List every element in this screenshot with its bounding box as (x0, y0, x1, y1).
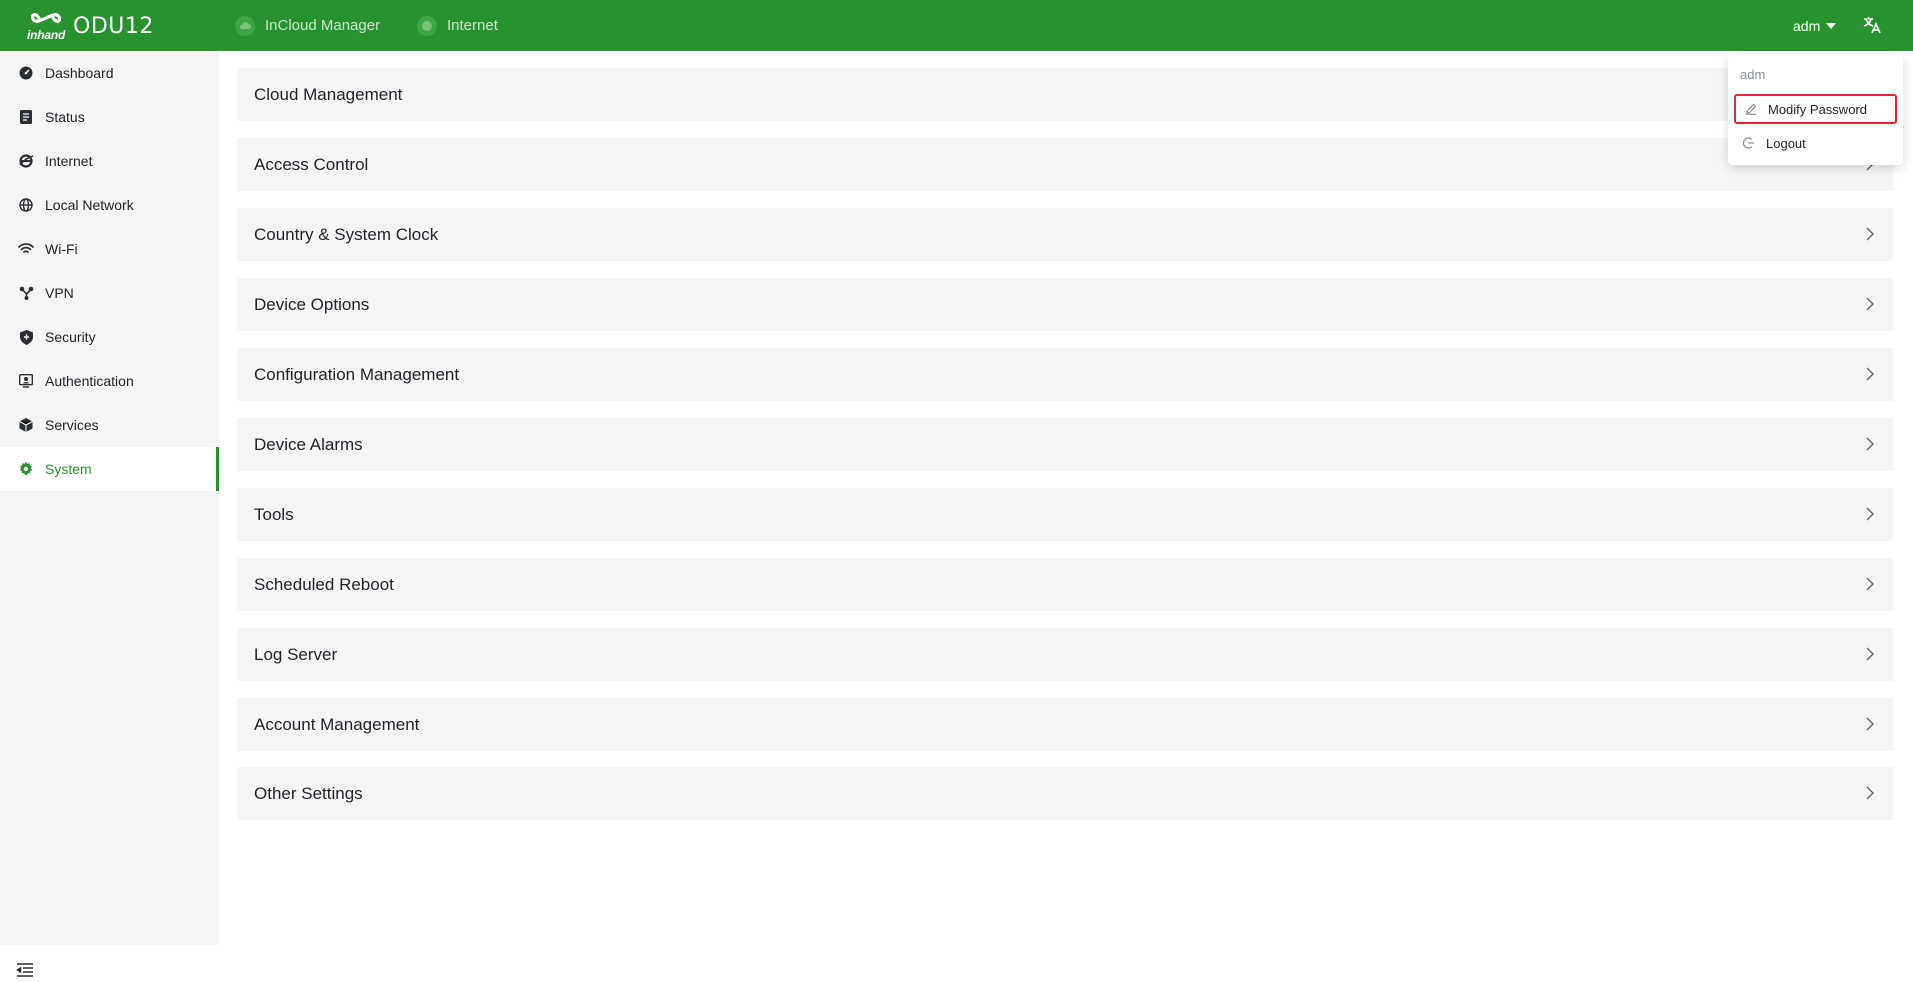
sidebar-item-system[interactable]: System (0, 447, 219, 491)
inhand-logo: inhand (27, 9, 67, 43)
user-dropdown-menu: adm Modify Password Logout (1728, 55, 1903, 165)
panel-tools[interactable]: Tools (237, 488, 1893, 541)
gear-icon (18, 461, 34, 477)
sidebar-item-label: Local Network (45, 197, 134, 213)
cloud-icon (235, 15, 255, 36)
modify-password-label: Modify Password (1768, 101, 1867, 117)
sidebar-item-label: Security (45, 329, 96, 345)
dropdown-username: adm (1740, 67, 1766, 82)
panel-device-options[interactable]: Device Options (237, 278, 1893, 331)
globe-icon (18, 197, 34, 213)
sidebar-item-label: Wi-Fi (45, 241, 78, 257)
translate-icon[interactable] (1862, 15, 1882, 35)
top-header: inhand ODU12 InCloud Manager Internet ad… (0, 0, 1913, 51)
sidebar: Dashboard Status Internet Local Network … (0, 51, 219, 977)
shield-icon (18, 329, 34, 345)
caret-down-icon (1826, 22, 1837, 29)
panel-configuration-management[interactable]: Configuration Management (237, 348, 1893, 401)
panel-title: Tools (254, 504, 294, 524)
chevron-right-icon (1866, 717, 1874, 731)
panel-access-control[interactable]: Access Control (237, 138, 1893, 191)
sidebar-item-label: System (45, 461, 92, 477)
panel-title: Access Control (254, 154, 369, 174)
sidebar-item-internet[interactable]: Internet (0, 139, 219, 183)
chevron-right-icon (1866, 227, 1874, 241)
edit-icon (1744, 102, 1758, 116)
chevron-right-icon (1866, 786, 1874, 800)
modify-password-menu-item[interactable]: Modify Password (1734, 94, 1897, 124)
chevron-right-icon (1866, 507, 1874, 521)
brand-logo: inhand ODU12 (27, 8, 154, 44)
dashboard-icon (18, 65, 34, 81)
cloud-status: InCloud Manager (235, 0, 380, 51)
sidebar-item-label: Internet (45, 153, 93, 169)
status-dot-icon (417, 15, 437, 36)
sidebar-item-security[interactable]: Security (0, 315, 219, 359)
panel-title: Cloud Management (254, 84, 403, 104)
chevron-right-icon (1866, 367, 1874, 381)
panel-title: Configuration Management (254, 364, 460, 384)
logout-label: Logout (1766, 135, 1806, 151)
sidebar-item-label: VPN (45, 285, 74, 301)
sidebar-item-label: Services (45, 417, 99, 433)
wifi-icon (18, 241, 34, 257)
username: adm (1793, 17, 1821, 34)
menu-fold-icon[interactable] (16, 963, 34, 979)
sidebar-item-local-network[interactable]: Local Network (0, 183, 219, 227)
panel-title: Log Server (254, 644, 338, 664)
sidebar-item-label: Authentication (45, 373, 134, 389)
sidebar-item-authentication[interactable]: Authentication (0, 359, 219, 403)
internet-status-label: Internet (447, 17, 498, 34)
panel-account-management[interactable]: Account Management (237, 698, 1893, 751)
cube-icon (18, 417, 34, 433)
status-icon (18, 109, 34, 125)
sidebar-item-wifi[interactable]: Wi-Fi (0, 227, 219, 271)
panel-title: Other Settings (254, 783, 363, 803)
panel-log-server[interactable]: Log Server (237, 628, 1893, 681)
panel-scheduled-reboot[interactable]: Scheduled Reboot (237, 558, 1893, 611)
panel-title: Device Alarms (254, 434, 363, 454)
sidebar-item-status[interactable]: Status (0, 95, 219, 139)
cloud-status-label: InCloud Manager (265, 17, 381, 34)
brand-sub: inhand (27, 28, 66, 42)
panel-country-system-clock[interactable]: Country & System Clock (237, 208, 1893, 261)
user-menu-button[interactable]: adm (1793, 0, 1837, 51)
panel-title: Device Options (254, 294, 370, 314)
panel-cloud-management[interactable]: Cloud Management (237, 68, 1893, 121)
internet-icon (18, 153, 34, 169)
sidebar-item-vpn[interactable]: VPN (0, 271, 219, 315)
panel-other-settings[interactable]: Other Settings (237, 767, 1893, 820)
vpn-icon (18, 285, 34, 301)
internet-status: Internet (417, 0, 498, 51)
product-name: ODU12 (73, 13, 154, 39)
sidebar-item-label: Dashboard (45, 65, 114, 81)
sidebar-item-services[interactable]: Services (0, 403, 219, 447)
sidebar-item-dashboard[interactable]: Dashboard (0, 51, 219, 95)
chevron-right-icon (1866, 577, 1874, 591)
logout-icon (1742, 136, 1756, 150)
panel-title: Scheduled Reboot (254, 574, 394, 594)
panel-title: Account Management (254, 714, 420, 734)
authentication-icon (18, 373, 34, 389)
infinity-logo-icon (31, 13, 61, 23)
panel-title: Country & System Clock (254, 224, 439, 244)
main-content: Cloud Management Access Control Country … (219, 51, 1913, 945)
chevron-right-icon (1866, 647, 1874, 661)
panel-device-alarms[interactable]: Device Alarms (237, 418, 1893, 471)
logout-menu-item[interactable]: Logout (1734, 128, 1897, 158)
sidebar-item-label: Status (45, 109, 85, 125)
chevron-right-icon (1866, 437, 1874, 451)
chevron-right-icon (1866, 297, 1874, 311)
